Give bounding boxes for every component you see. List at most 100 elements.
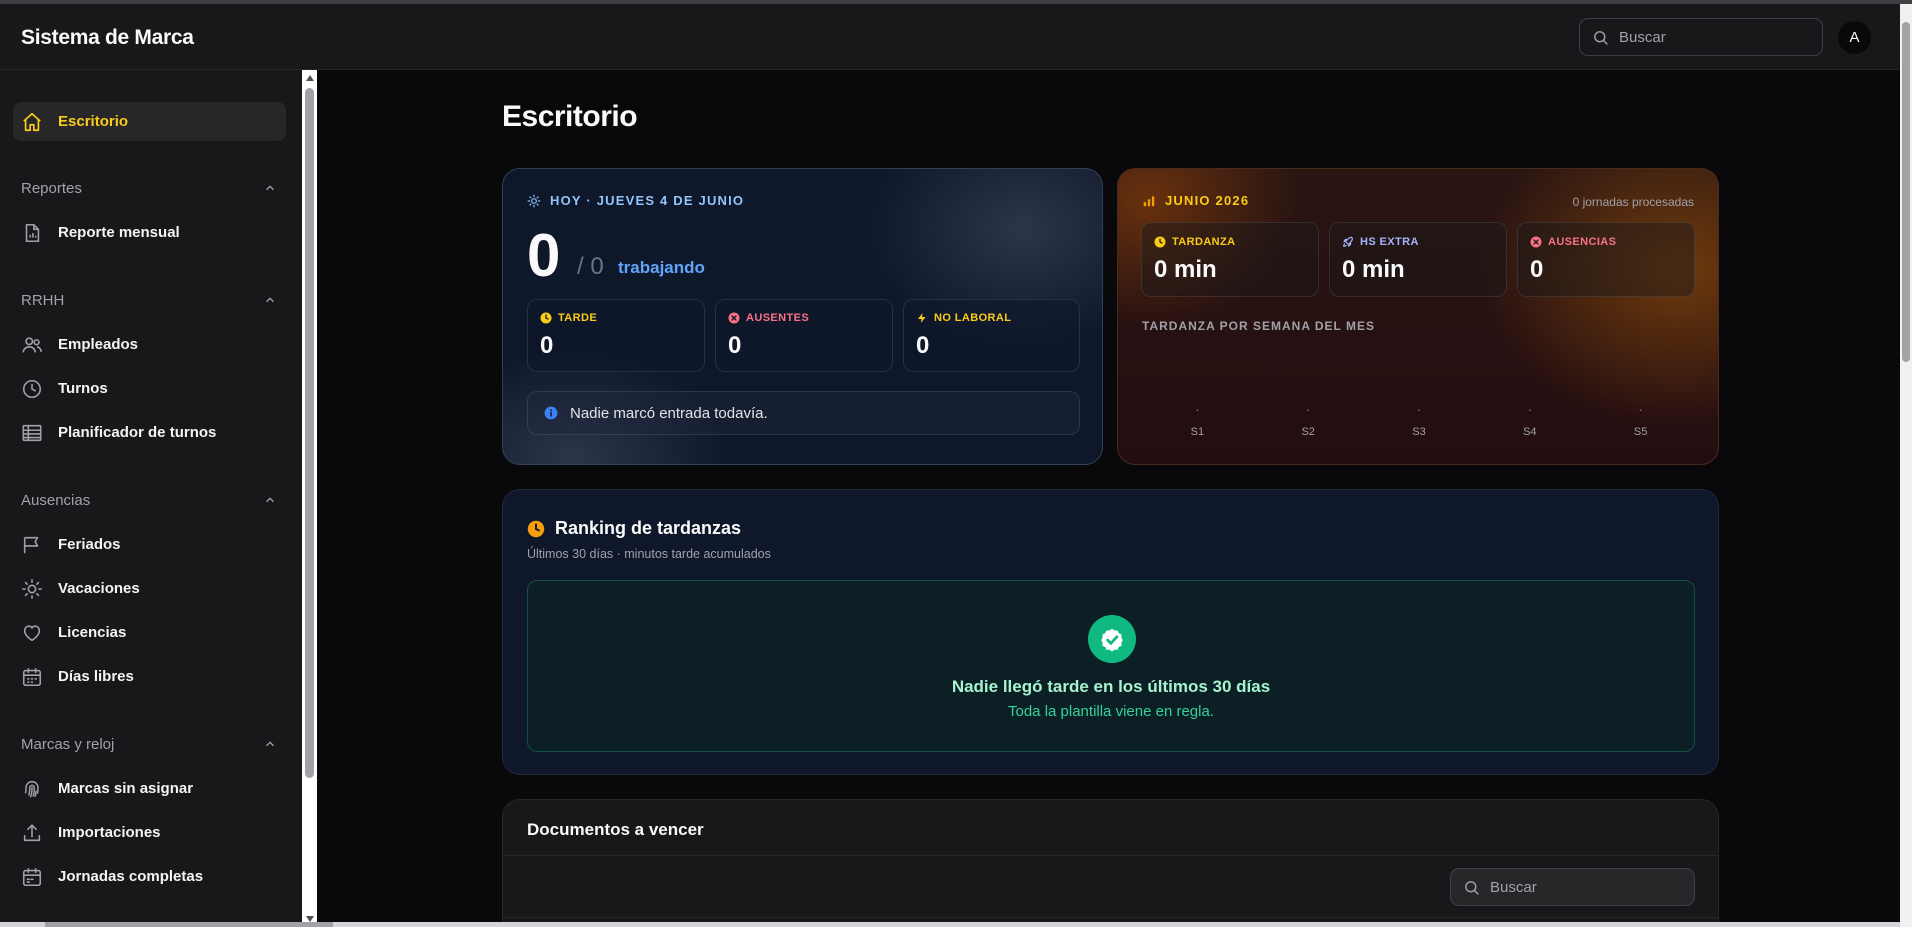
stat-label: TARDE bbox=[540, 312, 597, 324]
sidebar-section-title: Marcas y reloj bbox=[21, 735, 115, 753]
working-count: 0 bbox=[527, 222, 561, 289]
ranking-title: Ranking de tardanzas bbox=[555, 518, 742, 538]
top-bar: Sistema de Marca A bbox=[0, 4, 1912, 70]
sidebar-item-escritorio[interactable]: Escritorio bbox=[13, 102, 286, 141]
sidebar-item-empleados[interactable]: Empleados bbox=[13, 325, 286, 364]
stat-ausentes[interactable]: AUSENTES 0 bbox=[715, 299, 893, 372]
chevron-up-icon bbox=[266, 185, 274, 191]
clock-icon bbox=[21, 378, 43, 400]
stat-label: NO LABORAL bbox=[916, 312, 1011, 324]
sidebar-scrollbar[interactable] bbox=[302, 70, 317, 927]
sidebar-item-licencias[interactable]: Licencias bbox=[13, 613, 286, 652]
sidebar-item-turnos[interactable]: Turnos bbox=[13, 369, 286, 408]
users-icon bbox=[21, 334, 43, 356]
ranking-card: Ranking de tardanzas Últimos 30 días · m… bbox=[502, 489, 1719, 775]
weekly-lateness-chart: S1 S2 S3 S4 S5 bbox=[1191, 409, 1647, 438]
sidebar-item-vacaciones[interactable]: Vacaciones bbox=[13, 569, 286, 608]
sidebar: Escritorio Reportes Reporte mensual RRHH… bbox=[0, 70, 302, 927]
stat-tarde[interactable]: TARDE 0 bbox=[527, 299, 705, 372]
sidebar-item-label: Jornadas completas bbox=[58, 868, 204, 885]
header-search[interactable] bbox=[1579, 18, 1823, 56]
calendar-icon bbox=[21, 666, 43, 688]
sun-icon bbox=[527, 194, 541, 207]
window-scrollbar-thumb[interactable] bbox=[1902, 22, 1910, 362]
scroll-up-arrow-icon[interactable] bbox=[306, 75, 314, 81]
heart-icon bbox=[21, 622, 43, 644]
empty-state-subtitle: Toda la plantilla viene en regla. bbox=[1008, 703, 1214, 720]
sidebar-item-marcas-sin-asignar[interactable]: Marcas sin asignar bbox=[13, 769, 286, 808]
sidebar-item-label: Empleados bbox=[58, 336, 139, 353]
sidebar-section-reportes[interactable]: Reportes bbox=[21, 178, 277, 198]
sidebar-item-reporte-mensual[interactable]: Reporte mensual bbox=[13, 213, 286, 252]
divider bbox=[503, 855, 1718, 856]
sidebar-item-label: Feriados bbox=[58, 536, 121, 553]
app-title: Sistema de Marca bbox=[21, 26, 194, 49]
check-badge-icon bbox=[1088, 615, 1136, 663]
stat-label: AUSENTES bbox=[728, 312, 809, 324]
table-icon bbox=[21, 422, 43, 444]
sidebar-item-importaciones[interactable]: Importaciones bbox=[13, 813, 286, 852]
sidebar-item-dias-libres[interactable]: Días libres bbox=[13, 657, 286, 696]
sidebar-section-marcas[interactable]: Marcas y reloj bbox=[21, 734, 277, 754]
flag-icon bbox=[21, 534, 43, 556]
sidebar-item-label: Planificador de turnos bbox=[58, 424, 217, 441]
search-icon bbox=[1465, 880, 1479, 895]
working-label[interactable]: trabajando bbox=[618, 258, 705, 278]
file-chart-icon bbox=[21, 222, 43, 244]
empty-state-title: Nadie llegó tarde en los últimos 30 días bbox=[951, 677, 1271, 696]
sidebar-item-feriados[interactable]: Feriados bbox=[13, 525, 286, 564]
chart-tick-label-s3: S3 bbox=[1412, 426, 1425, 438]
sidebar-item-jornadas-completas[interactable]: Jornadas completas bbox=[13, 857, 286, 896]
today-date-label: HOY · JUEVES 4 DE JUNIO bbox=[550, 193, 745, 208]
sidebar-scrollbar-thumb[interactable] bbox=[305, 88, 314, 778]
sidebar-section-title: RRHH bbox=[21, 291, 65, 309]
ranking-header: Ranking de tardanzas bbox=[527, 518, 741, 539]
documents-card: Documentos a vencer bbox=[502, 799, 1719, 927]
chart-tick-label-s4: S4 bbox=[1523, 426, 1536, 438]
today-eyebrow: HOY · JUEVES 4 DE JUNIO bbox=[527, 193, 744, 208]
stat-value: 0 bbox=[916, 332, 930, 359]
stat-label-text: NO LABORAL bbox=[934, 312, 1012, 324]
sidebar-item-label: Vacaciones bbox=[58, 580, 140, 597]
chart-bar-baseline-s1 bbox=[1196, 409, 1199, 411]
documents-search[interactable] bbox=[1450, 868, 1695, 906]
sun-icon bbox=[21, 578, 43, 600]
chart-bar-baseline-s2 bbox=[1307, 409, 1309, 411]
sidebar-section-title: Ausencias bbox=[21, 491, 91, 509]
documents-title: Documentos a vencer bbox=[527, 820, 704, 839]
chart-tick-label-s1: S1 bbox=[1191, 426, 1204, 438]
window-scrollbar[interactable] bbox=[1900, 4, 1912, 927]
ranking-subtitle: Últimos 30 días · minutos tarde acumulad… bbox=[527, 547, 771, 561]
upload-icon bbox=[21, 822, 43, 844]
sidebar-section-rrhh[interactable]: RRHH bbox=[21, 290, 277, 310]
chart-bar-baseline-s3 bbox=[1418, 409, 1420, 411]
sidebar-section-ausencias[interactable]: Ausencias bbox=[21, 490, 277, 510]
sidebar-item-label: Reporte mensual bbox=[58, 224, 180, 241]
horizontal-scrollbar[interactable] bbox=[0, 922, 1900, 927]
stat-label-text: AUSENTES bbox=[746, 312, 810, 324]
calendar-check-icon bbox=[21, 866, 43, 888]
info-icon bbox=[544, 406, 558, 420]
x-circle-icon bbox=[728, 312, 740, 324]
sidebar-item-label: Licencias bbox=[58, 624, 127, 641]
stat-no-laboral[interactable]: NO LABORAL 0 bbox=[903, 299, 1080, 372]
horizontal-scrollbar-thumb[interactable] bbox=[45, 922, 333, 927]
search-icon bbox=[1594, 30, 1608, 45]
header-search-input[interactable] bbox=[1619, 28, 1799, 46]
sidebar-item-label: Turnos bbox=[58, 380, 108, 397]
chart-bar-baseline-s5 bbox=[1639, 409, 1642, 411]
page-title: Escritorio bbox=[502, 100, 638, 133]
stat-value: 0 bbox=[540, 332, 554, 359]
chart-tick-label-s5: S5 bbox=[1634, 426, 1647, 438]
sidebar-item-label: Importaciones bbox=[58, 824, 161, 841]
bolt-icon bbox=[918, 313, 926, 323]
sidebar-item-label: Días libres bbox=[58, 668, 134, 685]
chart-tick-label-s2: S2 bbox=[1301, 426, 1314, 438]
today-card: HOY · JUEVES 4 DE JUNIO 0 / 0 trabajando… bbox=[502, 168, 1103, 465]
avatar[interactable]: A bbox=[1838, 21, 1871, 54]
sidebar-item-planificador[interactable]: Planificador de turnos bbox=[13, 413, 286, 452]
stat-label-text: TARDE bbox=[558, 312, 598, 324]
documents-search-input[interactable] bbox=[1490, 878, 1670, 896]
chart-bar-baseline-s4 bbox=[1529, 409, 1531, 411]
chevron-up-icon bbox=[266, 297, 274, 303]
